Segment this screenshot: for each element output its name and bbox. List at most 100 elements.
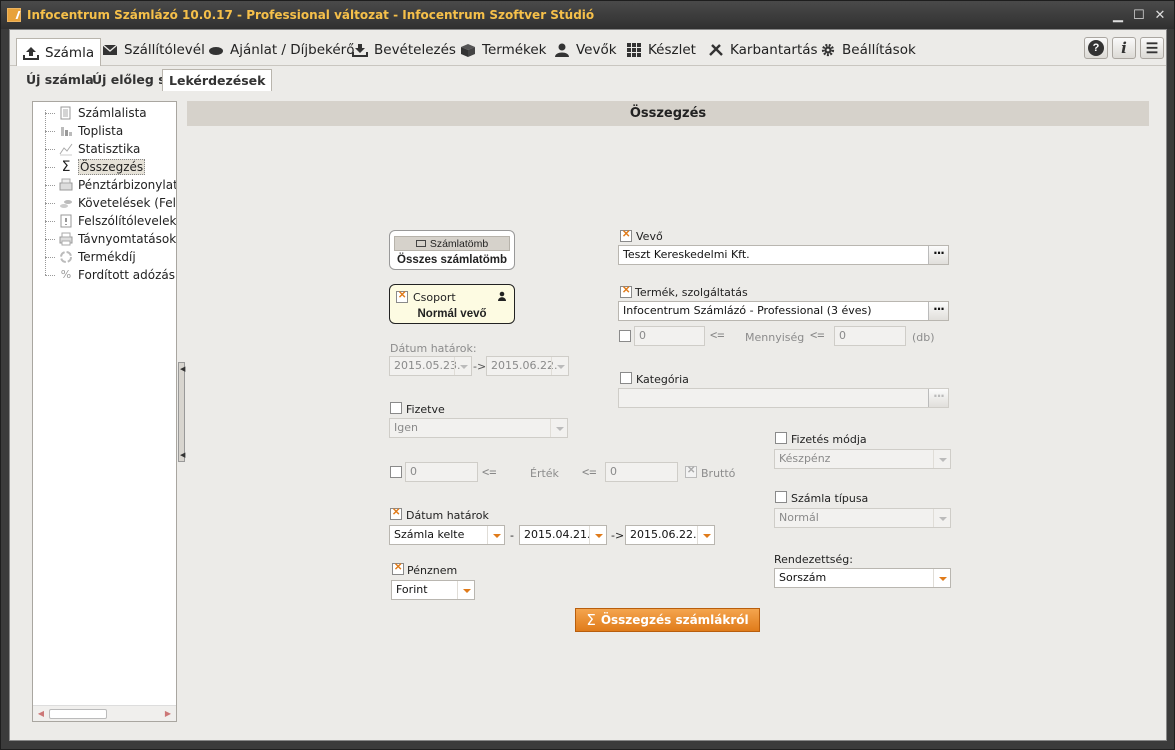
menu-ajanlat[interactable]: Ajánlat / Díjbekérő (208, 38, 355, 62)
client-area: Számla Szállítólevél Ajánlat / Díjbekérő… (9, 29, 1167, 741)
info-icon: i (1121, 39, 1127, 57)
termek-label: Termék, szolgáltatás (635, 286, 748, 299)
menu-label: Karbantartás (730, 42, 818, 58)
vevo-checkbox[interactable] (620, 229, 632, 242)
brutto-label: Bruttó (701, 467, 736, 480)
menu-termekek[interactable]: Termékek (460, 38, 547, 62)
termek-field[interactable]: Infocentrum Számlázó - Professional (3 é… (618, 301, 949, 321)
printer-icon (59, 232, 73, 246)
help-button[interactable]: ? (1084, 37, 1108, 59)
list-button[interactable]: ☰ (1140, 37, 1164, 59)
menu-beallitasok[interactable]: Beállítások (820, 38, 916, 62)
fizetes-modja-checkbox[interactable] (775, 432, 787, 444)
menu-label: Számla (45, 44, 95, 61)
csoport-checkbox[interactable] (396, 290, 408, 303)
close-button[interactable]: ✕ (1152, 7, 1168, 23)
menu-vevok[interactable]: Vevők (554, 38, 617, 62)
tab-lekerdezesek[interactable]: Lekérdezések (162, 69, 273, 91)
termek-browse-button[interactable]: ··· (928, 302, 948, 320)
maximize-button[interactable]: ☐ (1131, 7, 1147, 23)
datum-to-field[interactable]: 2015.06.22. (625, 525, 715, 545)
mennyiseg-label: Mennyiség (745, 331, 805, 344)
datum-to-dis-field: 2015.06.22. (486, 356, 569, 376)
mennyiseg-from-field: 0 (634, 326, 705, 346)
user-icon (555, 43, 569, 57)
info-button[interactable]: i (1112, 37, 1136, 59)
tree-item-termekdij[interactable]: Termékdíj (33, 248, 136, 266)
sigma-icon: Σ (586, 611, 596, 629)
tree-horizontal-scrollbar[interactable]: ◀ ▶ (33, 705, 176, 721)
warning-letter-icon (60, 214, 72, 228)
tree-item-forditott-adozasu[interactable]: % Fordított adózású t (33, 266, 176, 284)
kategoria-checkbox[interactable] (620, 372, 632, 384)
szamla-tipusa-checkbox[interactable] (775, 491, 787, 503)
szamlatomb-card[interactable]: Számlatömb Összes számlatömb (389, 230, 515, 270)
csoport-label: Csoport (413, 291, 456, 304)
menu-keszlet[interactable]: Készlet (626, 38, 696, 62)
datum-from-dis-field: 2015.05.23. (389, 356, 472, 376)
tree-item-toplista[interactable]: Toplista (33, 122, 123, 140)
box-icon (461, 44, 475, 57)
main-menu: Számla Szállítólevél Ajánlat / Díjbekérő… (10, 30, 1166, 66)
mennyiseg-to-field: 0 (834, 326, 906, 346)
scroll-left-icon[interactable]: ◀ (35, 709, 47, 719)
menu-label: Bevételezés (374, 42, 456, 58)
menu-szamla[interactable]: Számla (16, 38, 102, 66)
szamlatomb-button-label: Számlatömb (429, 237, 489, 250)
datum-hatarok-checkbox[interactable] (390, 507, 402, 520)
termek-checkbox[interactable] (620, 285, 632, 298)
vevo-browse-button[interactable]: ··· (928, 246, 948, 264)
menu-label: Ajánlat / Díjbekérő (230, 42, 355, 58)
tree-item-szamlalista[interactable]: Számlalista (33, 104, 147, 122)
tree-item-kovetelesek[interactable]: Követelések (Felsz (33, 194, 176, 212)
gear-icon (821, 43, 835, 57)
unit-label: (db) (912, 331, 935, 344)
penznem-checkbox[interactable] (392, 562, 404, 575)
datum-from-field[interactable]: 2015.04.21. (519, 525, 607, 545)
fizetes-modja-select: Készpénz (774, 449, 951, 469)
scroll-right-icon[interactable]: ▶ (162, 709, 174, 719)
menu-bevetelezes[interactable]: Bevételezés (352, 38, 456, 62)
scroll-thumb[interactable] (49, 709, 107, 719)
ertek-checkbox[interactable] (390, 466, 402, 478)
osszegzes-submit-button[interactable]: Σ Összegzés számlákról (575, 608, 760, 632)
tree-item-felszolitolevelek[interactable]: Felszólítólevelek li (33, 212, 176, 230)
app-logo-icon (7, 8, 21, 22)
collapse-arrow-icon: ◀ (180, 452, 186, 459)
menu-szallitolevel[interactable]: Szállítólevél (102, 38, 205, 62)
rendezettseg-select[interactable]: Sorszám (774, 568, 951, 588)
szamla-tipusa-label: Számla típusa (791, 492, 869, 505)
fizetve-checkbox[interactable] (390, 402, 402, 414)
folder-icon (415, 240, 426, 247)
tree-item-tavnyomtatasok[interactable]: Távnyomtatások (33, 230, 176, 248)
kategoria-label: Kategória (636, 373, 689, 386)
tree-item-osszegzes[interactable]: Σ Összegzés (33, 158, 146, 176)
datum-type-select[interactable]: Számla kelte (389, 525, 505, 545)
datum-hatarok-dis-label: Dátum határok: (390, 342, 477, 355)
csoport-value: Normál vevő (417, 308, 487, 320)
tree-item-statisztika[interactable]: Statisztika (33, 140, 140, 158)
list-icon: ☰ (1145, 39, 1159, 56)
penznem-select[interactable]: Forint (391, 580, 475, 600)
arrow-label: -> (473, 360, 487, 373)
szamlatomb-button[interactable]: Számlatömb (394, 236, 510, 251)
mennyiseg-checkbox[interactable] (619, 330, 631, 342)
arrow-label: -> (611, 529, 625, 542)
handshake-icon (209, 47, 223, 55)
bar-chart-icon (61, 127, 72, 136)
ertek-to-field: 0 (605, 462, 678, 482)
window-title: Infocentrum Számlázó 10.0.17 - Professio… (27, 8, 595, 22)
rendezettseg-label: Rendezettség: (774, 553, 853, 566)
mennyiseg-op1: <= (710, 328, 725, 342)
csoport-card[interactable]: Csoport Normál vevő (389, 284, 515, 324)
vevo-field[interactable]: Teszt Kereskedelmi Kft. ··· (618, 245, 949, 265)
szamla-tipusa-select: Normál (774, 508, 951, 528)
panel-splitter[interactable]: ◀ ◀ (178, 362, 185, 462)
fizetes-modja-label: Fizetés módja (791, 433, 867, 446)
envelope-icon (102, 44, 118, 55)
menu-label: Beállítások (842, 42, 916, 58)
minimize-button[interactable]: ▁ (1110, 7, 1126, 23)
menu-label: Termékek (482, 42, 547, 58)
tree-item-penztarbizonylat[interactable]: Pénztárbizonylat (33, 176, 176, 194)
menu-karbantartas[interactable]: Karbantartás (708, 38, 818, 62)
